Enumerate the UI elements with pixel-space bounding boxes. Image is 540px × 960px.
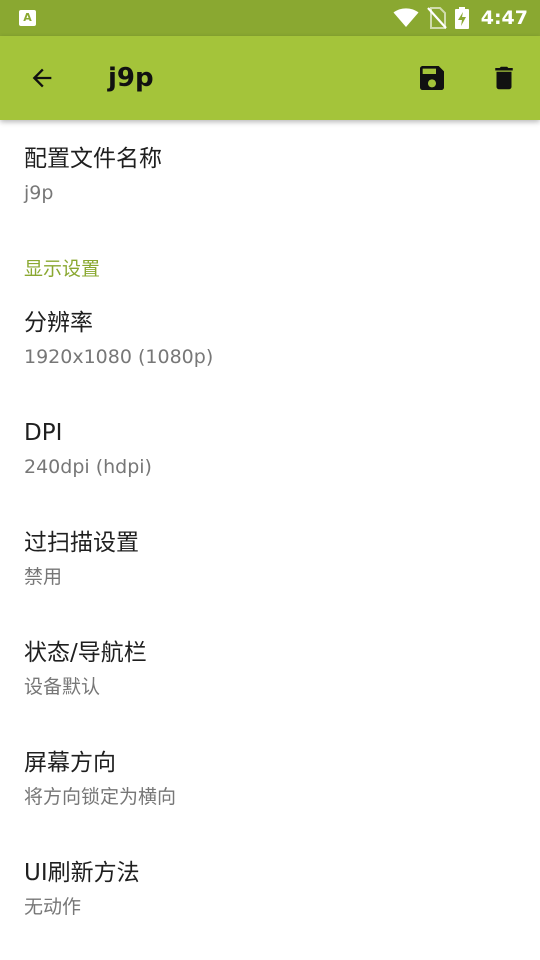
item-title: DPI bbox=[24, 420, 63, 446]
dpi-item[interactable]: DPI 240dpi (hdpi) bbox=[0, 406, 540, 514]
toolbar: j9p bbox=[0, 36, 540, 120]
item-summary: j9p bbox=[24, 182, 54, 204]
delete-button[interactable] bbox=[484, 58, 524, 98]
no-sim-icon bbox=[426, 7, 447, 29]
trash-icon bbox=[495, 66, 513, 90]
item-title: 屏幕方向 bbox=[24, 750, 116, 776]
screen-orientation-item[interactable]: 屏幕方向 将方向锁定为横向 bbox=[0, 736, 540, 844]
item-summary: 将方向锁定为横向 bbox=[24, 786, 177, 808]
resolution-item[interactable]: 分辨率 1920x1080 (1080p) bbox=[0, 296, 540, 404]
item-title: UI刷新方法 bbox=[24, 860, 140, 886]
save-icon bbox=[420, 66, 444, 90]
item-title: 分辨率 bbox=[24, 310, 93, 336]
back-button[interactable] bbox=[22, 58, 62, 98]
item-title: 状态/导航栏 bbox=[24, 640, 147, 666]
status-time: 4:47 bbox=[480, 7, 528, 29]
app-notification-icon: A bbox=[19, 10, 36, 26]
category-display-settings: 显示设置 bbox=[24, 258, 101, 280]
status-nav-bar-item[interactable]: 状态/导航栏 设备默认 bbox=[0, 626, 540, 734]
item-title: 过扫描设置 bbox=[24, 530, 139, 556]
item-title: 配置文件名称 bbox=[24, 146, 162, 172]
item-summary: 禁用 bbox=[24, 566, 63, 588]
item-summary: 1920x1080 (1080p) bbox=[24, 346, 214, 368]
battery-charging-icon bbox=[454, 7, 469, 29]
status-bar: A 4:47 bbox=[0, 0, 540, 36]
status-icons: 4:47 bbox=[393, 0, 528, 36]
wifi-icon bbox=[393, 8, 419, 27]
item-summary: 无动作 bbox=[24, 896, 82, 918]
ui-refresh-method-item[interactable]: UI刷新方法 无动作 bbox=[0, 846, 540, 954]
toolbar-title: j9p bbox=[108, 63, 154, 93]
overscan-item[interactable]: 过扫描设置 禁用 bbox=[0, 516, 540, 624]
save-button[interactable] bbox=[412, 58, 452, 98]
arrow-left-icon bbox=[32, 68, 52, 88]
item-summary: 240dpi (hdpi) bbox=[24, 456, 152, 478]
profile-name-item[interactable]: 配置文件名称 j9p bbox=[0, 120, 540, 228]
item-summary: 设备默认 bbox=[24, 676, 101, 698]
